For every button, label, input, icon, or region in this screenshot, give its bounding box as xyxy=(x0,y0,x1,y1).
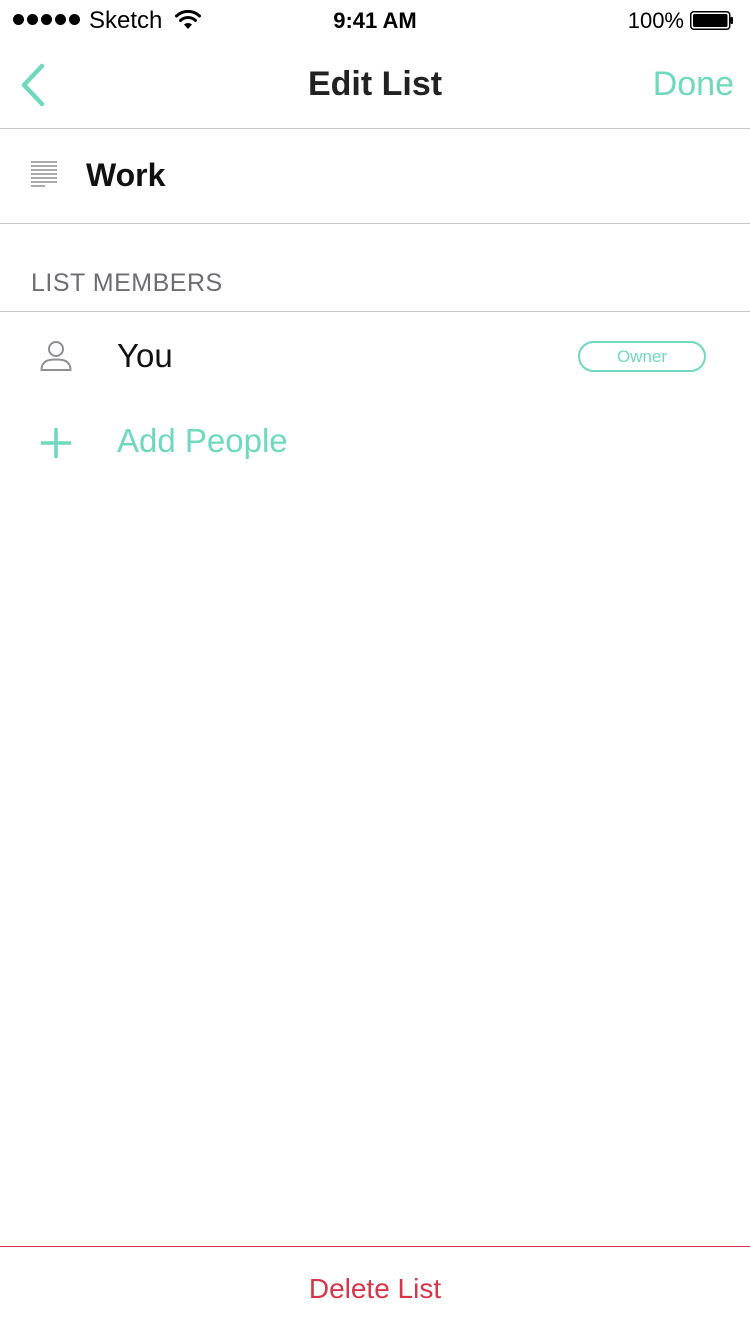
member-name: You xyxy=(117,337,173,374)
owner-badge: Owner xyxy=(578,341,706,372)
member-row[interactable]: You Owner xyxy=(0,312,750,400)
list-name-row[interactable]: Work xyxy=(0,129,750,224)
person-icon xyxy=(40,341,72,371)
status-bar: Sketch 9:41 AM 100% xyxy=(0,0,750,40)
navigation-bar: Edit List Done xyxy=(0,40,750,129)
text-lines-icon xyxy=(31,161,57,187)
delete-list-button[interactable]: Delete List xyxy=(0,1247,750,1334)
list-name-field[interactable]: Work xyxy=(86,156,165,194)
battery-icon xyxy=(690,11,733,30)
plus-icon xyxy=(41,428,71,458)
section-header-list-members: LIST MEMBERS xyxy=(31,269,223,297)
battery-percent: 100% xyxy=(627,8,684,33)
page-title: Edit List xyxy=(307,65,443,103)
add-people-label: Add People xyxy=(117,422,288,459)
add-people-button[interactable]: Add People xyxy=(0,400,750,484)
done-button[interactable]: Done xyxy=(653,64,734,104)
